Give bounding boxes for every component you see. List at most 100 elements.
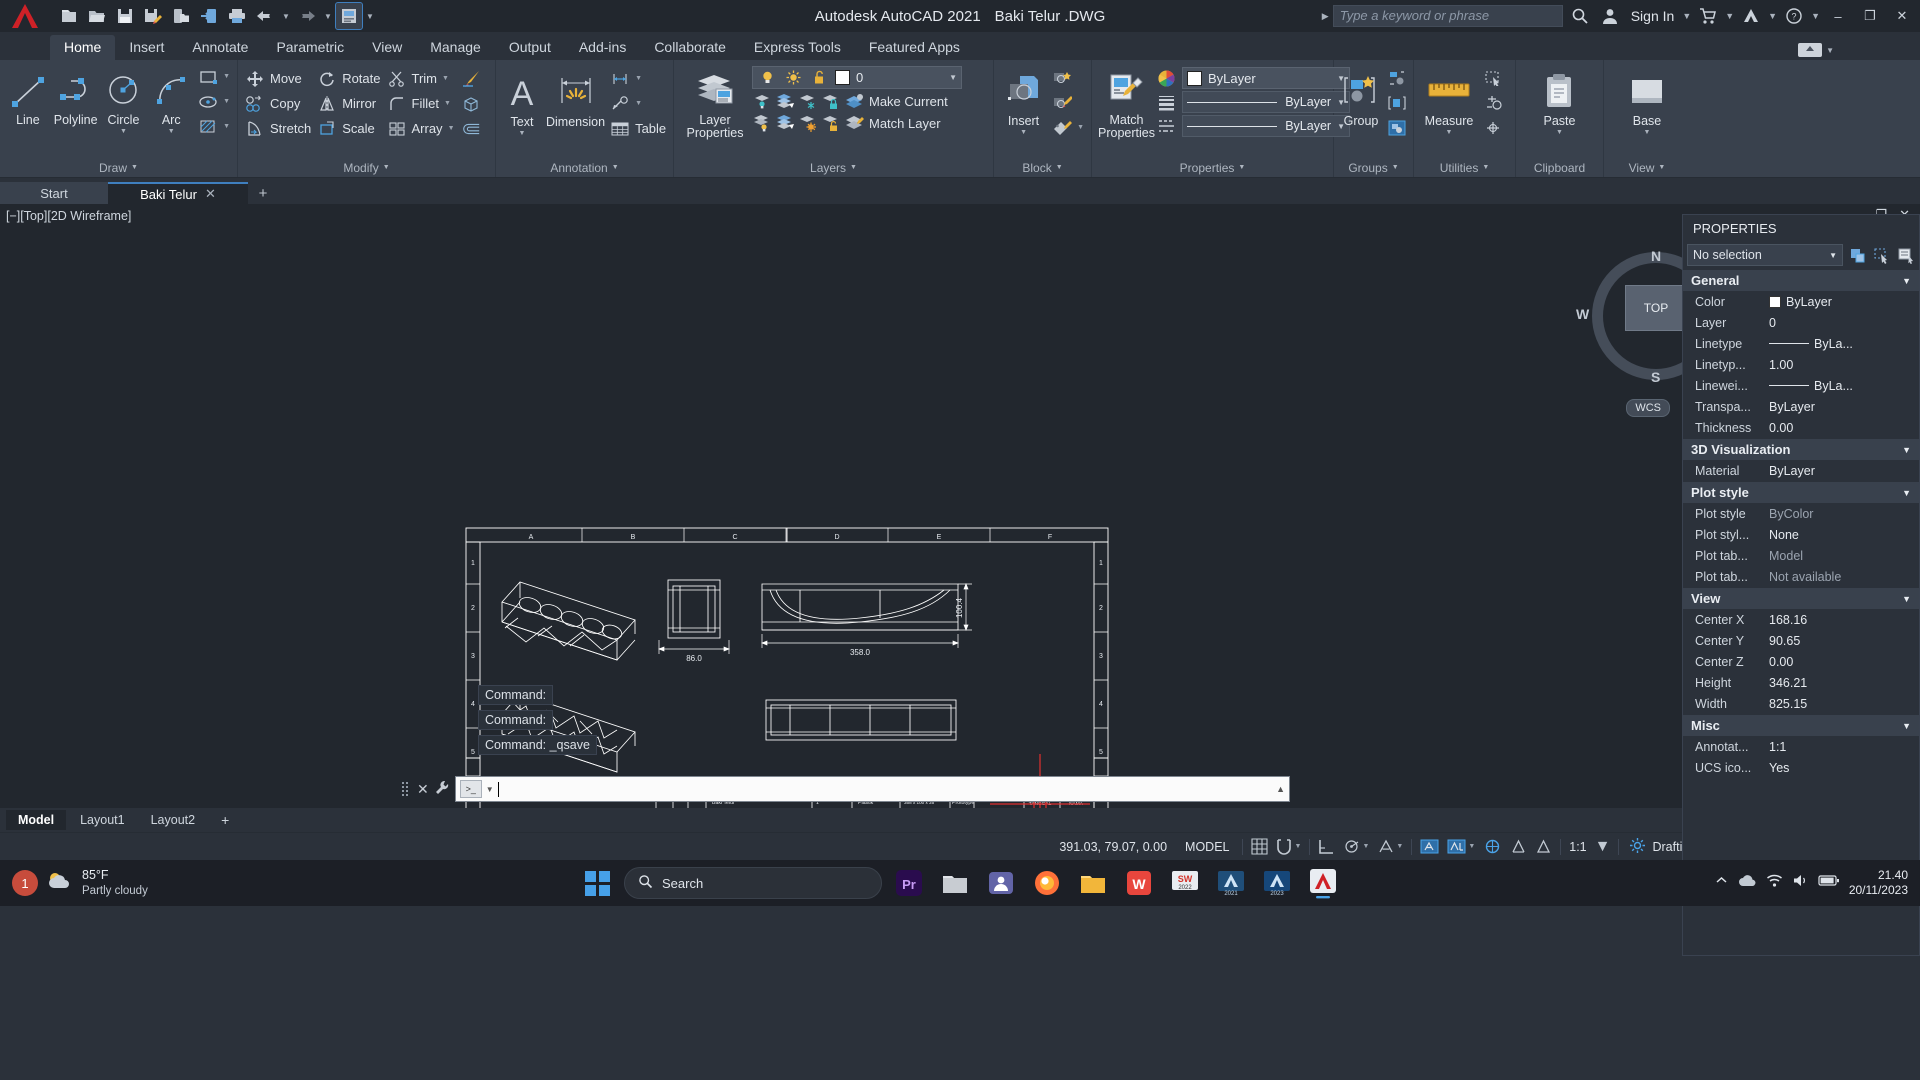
panel-title-layers[interactable]: Layers ▼: [674, 158, 993, 177]
measure-button[interactable]: Measure ▼: [1418, 65, 1480, 136]
modify-mirror-button[interactable]: Mirror: [314, 91, 383, 116]
ribbon-tab-featured-apps[interactable]: Featured Apps: [855, 35, 974, 60]
ribbon-minimize-dropdown-icon[interactable]: ▼: [1826, 46, 1834, 55]
base-view-button[interactable]: Base ▼: [1622, 65, 1672, 136]
ribbon-tab-collaborate[interactable]: Collaborate: [640, 35, 740, 60]
panel-title-draw[interactable]: Draw ▼: [0, 158, 237, 177]
ribbon-tab-addins[interactable]: Add-ins: [565, 35, 640, 60]
panel-title-utilities[interactable]: Utilities ▼: [1414, 158, 1515, 177]
block-insert-dropdown-icon[interactable]: ▼: [1020, 129, 1027, 136]
polar-dropdown-icon[interactable]: ▼: [1362, 843, 1369, 850]
panel-title-view[interactable]: View ▼: [1604, 158, 1690, 177]
panel-title-modify[interactable]: Modify ▼: [238, 158, 495, 177]
qat-save-as-button[interactable]: [140, 3, 166, 29]
qat-new-file-button[interactable]: [56, 3, 82, 29]
panel-title-clipboard[interactable]: Clipboard: [1516, 158, 1603, 177]
property-row-plot-style-table[interactable]: Plot styl... None: [1683, 524, 1919, 545]
ungroup-button[interactable]: [1384, 65, 1410, 90]
layer-off-icon[interactable]: [752, 113, 772, 133]
layer-lock-icon[interactable]: [821, 91, 841, 111]
qat-workspace-switch-button[interactable]: [335, 2, 363, 30]
properties-group-misc[interactable]: Misc ▼: [1683, 714, 1919, 736]
qat-open-folder-button[interactable]: [84, 3, 110, 29]
taskbar-app-file-explorer[interactable]: [936, 864, 974, 902]
draw-ellipse-button[interactable]: ▼: [195, 89, 233, 114]
command-scroll-up-icon[interactable]: ▲: [1276, 784, 1285, 794]
current-layer-combo[interactable]: 0 ▼: [752, 66, 962, 89]
view-cube-south-label[interactable]: S: [1651, 369, 1660, 385]
wifi-icon[interactable]: [1766, 873, 1783, 893]
file-tab-add-button[interactable]: +: [248, 182, 278, 204]
weather-notification-badge[interactable]: 1: [12, 870, 38, 896]
taskbar-app-autocad-2021[interactable]: 2021: [1212, 864, 1250, 902]
annotation-linear-dimension-button[interactable]: ▼: [607, 66, 669, 91]
draw-ellipse-dropdown-icon[interactable]: ▼: [223, 98, 230, 105]
ribbon-tab-view[interactable]: View: [358, 35, 416, 60]
taskbar-app-wps-office[interactable]: W: [1120, 864, 1158, 902]
group-selection-button[interactable]: [1384, 115, 1410, 140]
paste-dropdown-icon[interactable]: ▼: [1556, 129, 1563, 136]
layer-isolate-icon[interactable]: [752, 91, 772, 111]
properties-group-3d-visualization[interactable]: 3D Visualization ▼: [1683, 438, 1919, 460]
autodesk-logo-icon[interactable]: [1738, 3, 1764, 29]
property-row-center-z[interactable]: Center Z 0.00: [1683, 651, 1919, 672]
ribbon-tab-annotate[interactable]: Annotate: [178, 35, 262, 60]
qat-undo-dropdown-icon[interactable]: ▼: [280, 3, 292, 29]
ribbon-tab-insert[interactable]: Insert: [115, 35, 178, 60]
layout-tab-model[interactable]: Model: [6, 810, 67, 830]
annotation-table-button[interactable]: Table: [607, 116, 669, 141]
match-properties-button[interactable]: Match Properties: [1096, 64, 1157, 140]
draw-rectangle-dropdown-icon[interactable]: ▼: [223, 73, 230, 80]
annotation-text-button[interactable]: A Text ▼: [500, 66, 544, 137]
command-prompt-dropdown-icon[interactable]: ▼: [486, 785, 494, 794]
properties-group-general[interactable]: General ▼: [1683, 269, 1919, 291]
start-button[interactable]: [578, 864, 616, 902]
linetype-icon[interactable]: [1157, 116, 1177, 136]
annotation-scale-value[interactable]: 1:1: [1565, 833, 1590, 861]
modify-array-dropdown-icon[interactable]: ▼: [448, 125, 455, 132]
ucs-badge[interactable]: WCS: [1626, 399, 1670, 417]
qat-print-button[interactable]: [224, 3, 250, 29]
linewidth-icon[interactable]: [1157, 92, 1177, 112]
osnap-icon[interactable]: ▼: [1373, 833, 1407, 861]
base-view-dropdown-icon[interactable]: ▼: [1644, 129, 1651, 136]
osnap-dropdown-icon[interactable]: ▼: [1396, 843, 1403, 850]
draw-arc-dropdown-icon[interactable]: ▼: [168, 128, 175, 135]
chevron-up-icon[interactable]: [1714, 873, 1729, 893]
qat-undo-button[interactable]: [252, 3, 278, 29]
command-line-close-icon[interactable]: ✕: [417, 781, 429, 798]
block-insert-button[interactable]: Insert ▼: [998, 65, 1049, 136]
draw-rectangle-button[interactable]: ▼: [195, 64, 233, 89]
annotation-scale-icon[interactable]: ▼: [1443, 833, 1479, 861]
annotation-scale-dropdown-icon[interactable]: ▼: [1468, 843, 1475, 850]
layer-make-current-icon[interactable]: [844, 91, 866, 111]
layer-properties-button[interactable]: Layer Properties: [678, 64, 752, 140]
block-define-attributes-dropdown-icon[interactable]: ▼: [1077, 124, 1084, 131]
draw-circle-dropdown-icon[interactable]: ▼: [120, 128, 127, 135]
panel-title-annotation[interactable]: Annotation ▼: [496, 158, 673, 177]
layout-tab-add-button[interactable]: +: [209, 809, 241, 831]
snap-dropdown-icon[interactable]: ▼: [1295, 843, 1302, 850]
property-row-color[interactable]: Color ByLayer: [1683, 291, 1919, 312]
draw-polyline-button[interactable]: Polyline: [52, 64, 100, 127]
modify-array-button[interactable]: Array ▼: [384, 116, 458, 141]
sign-in-button[interactable]: Sign In: [1627, 8, 1679, 24]
panel-title-properties[interactable]: Properties ▼: [1092, 158, 1333, 177]
volume-icon[interactable]: [1792, 873, 1809, 893]
file-tab-start[interactable]: Start: [0, 182, 108, 204]
layer-unlock2-icon[interactable]: [821, 113, 841, 133]
draw-circle-button[interactable]: Circle ▼: [100, 64, 148, 135]
taskbar-search-box[interactable]: Search: [624, 867, 882, 899]
status-space-indicator[interactable]: MODEL: [1177, 840, 1237, 854]
modify-fillet-button[interactable]: Fillet ▼: [384, 91, 458, 116]
annotation-dimension-button[interactable]: Dimension: [544, 66, 607, 129]
property-row-center-y[interactable]: Center Y 90.65: [1683, 630, 1919, 651]
command-line-grip[interactable]: [400, 779, 412, 799]
property-row-annotation-scale[interactable]: Annotat... 1:1: [1683, 736, 1919, 757]
command-line-customize-icon[interactable]: [434, 780, 450, 799]
property-row-plot-style[interactable]: Plot style ByColor: [1683, 503, 1919, 524]
ribbon-tab-output[interactable]: Output: [495, 35, 565, 60]
window-minimize-button[interactable]: –: [1824, 0, 1852, 32]
modify-fillet-dropdown-icon[interactable]: ▼: [444, 100, 451, 107]
modify-trim-button[interactable]: Trim ▼: [384, 66, 458, 91]
